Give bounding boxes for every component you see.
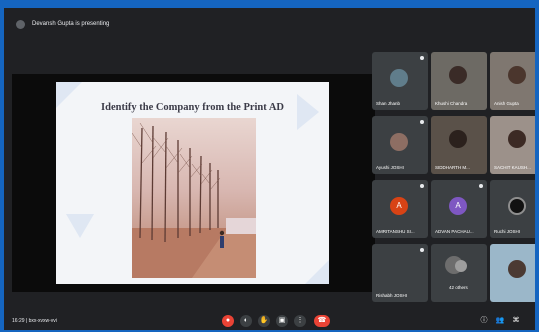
raise-hand-button[interactable]: ✋ [258, 315, 270, 327]
decor-triangle-left [66, 214, 94, 238]
mic-muted-icon [420, 248, 424, 252]
participant-tile[interactable]: A ADVAN PACHAU... [431, 180, 487, 238]
participant-grid: Shan Jhanb Khushi Chandra Anish Gupta Ay… [372, 52, 535, 312]
present-button[interactable]: ▣ [276, 315, 288, 327]
participant-tile[interactable]: SIDDHARTH M... [431, 116, 487, 174]
presenter-avatar-icon [16, 20, 25, 29]
more-vert-icon: ⋮ [296, 317, 304, 324]
avatar-letter: A [449, 197, 467, 215]
camera-icon: ◐ [243, 317, 249, 324]
participant-tile[interactable]: Anish Gupta [490, 52, 535, 110]
meeting-info-button[interactable]: ⓘ [478, 315, 490, 327]
participant-name: Ruchi JOSHI [494, 229, 521, 234]
participant-tile[interactable]: A AMRITANSHU SI... [372, 180, 428, 238]
print-ad-photo [132, 118, 256, 278]
more-options-button[interactable]: ⋮ [294, 315, 306, 327]
meet-window: Devansh Gupta is presenting Identify the… [4, 8, 535, 330]
microphone-off-icon: ● [225, 317, 231, 324]
participant-name: Ayushi JOSHI [376, 165, 404, 170]
hang-up-icon: ☎ [317, 317, 327, 324]
hand-icon: ✋ [259, 317, 269, 324]
mic-muted-icon [420, 120, 424, 124]
camera-button[interactable]: ◐ [240, 315, 252, 327]
people-icon: 👥 [495, 317, 505, 324]
participant-name: Rishabh JOSHI [376, 293, 408, 298]
participant-name: Anish Gupta [494, 101, 519, 106]
avatar [390, 133, 408, 151]
video-face [449, 66, 467, 84]
present-screen-icon: ▣ [278, 317, 286, 324]
participant-name: Shan Jhanb [376, 101, 401, 106]
controls-bar: 16:29 | bxx-xvxw-vvi ● ◐ ✋ ▣ ⋮ ☎ ⓘ 👥 ⌘ [4, 312, 535, 330]
video-face [508, 130, 526, 148]
participant-tile[interactable]: Ruchi JOSHI [490, 180, 535, 238]
avatar [508, 197, 526, 215]
presentation-slide: Identify the Company from the Print AD [56, 82, 329, 284]
video-face [508, 66, 526, 84]
mic-button[interactable]: ● [222, 315, 234, 327]
end-call-button[interactable]: ☎ [314, 315, 330, 327]
shapes-icon: ⌘ [512, 317, 520, 324]
tree-road-illustration [132, 122, 256, 278]
mic-muted-icon [479, 184, 483, 188]
meeting-time-code: 16:29 | bxx-xvxw-vvi [12, 318, 57, 324]
participant-name: SIDDHARTH M... [435, 165, 470, 170]
people-button[interactable]: 👥 [494, 315, 506, 327]
participant-tile[interactable]: Shan Jhanb [372, 52, 428, 110]
presenter-label: Devansh Gupta is presenting [32, 21, 110, 27]
participant-tile[interactable]: Ayushi JOSHI [372, 116, 428, 174]
avatar [390, 69, 408, 87]
participant-tile[interactable]: Rishabh JOSHI [372, 244, 428, 302]
participant-name: SACHIT KAUSH... [494, 165, 531, 170]
decor-triangle-bottom-right [305, 260, 329, 284]
participant-name: ADVAN PACHAU... [435, 229, 474, 234]
participant-name: Khushi Chandra [435, 101, 468, 106]
video-face [508, 260, 526, 278]
participant-tile[interactable] [490, 244, 535, 302]
presenter-bar: Devansh Gupta is presenting [4, 8, 535, 40]
mic-muted-icon [420, 56, 424, 60]
activities-button[interactable]: ⌘ [510, 315, 522, 327]
others-tile[interactable]: 42 others [431, 244, 487, 302]
others-count: 42 others [449, 285, 468, 290]
slide-title: Identify the Company from the Print AD [101, 102, 284, 113]
video-face [449, 130, 467, 148]
participant-tile[interactable]: Khushi Chandra [431, 52, 487, 110]
mic-muted-icon [420, 184, 424, 188]
presentation-stage: Identify the Company from the Print AD [12, 74, 375, 292]
others-avatars-icon [455, 260, 467, 272]
participant-tile[interactable]: SACHIT KAUSH... [490, 116, 535, 174]
participant-name: AMRITANSHU SI... [376, 229, 415, 234]
info-icon: ⓘ [480, 317, 488, 324]
avatar-letter: A [390, 197, 408, 215]
